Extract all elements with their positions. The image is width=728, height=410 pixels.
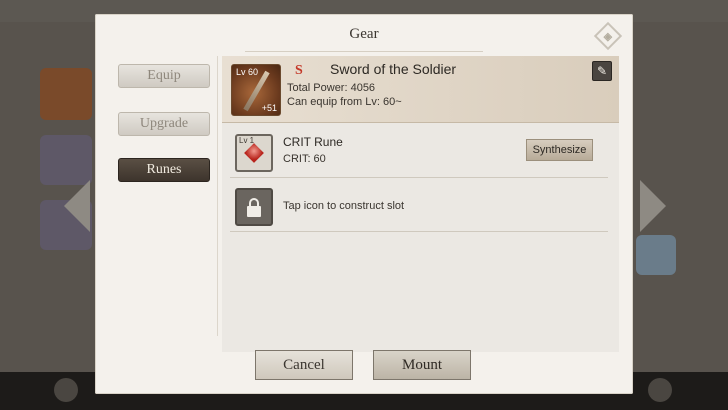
rune-icon[interactable]: Lv 1	[235, 134, 273, 172]
help-icon: ◈	[603, 30, 613, 43]
tab-equip[interactable]: Equip	[118, 64, 210, 88]
background-tile	[636, 235, 676, 275]
next-arrow-icon[interactable]	[640, 180, 666, 232]
item-equip-requirement: Can equip from Lv: 60~	[287, 96, 402, 108]
rune-stat: CRIT: 60	[283, 153, 326, 165]
item-total-power: Total Power: 4056	[287, 82, 376, 94]
dialog-title: Gear	[349, 26, 379, 42]
item-header: Lv 60 +51 S Sword of the Soldier Total P…	[222, 56, 619, 123]
tab-runes[interactable]: Runes	[118, 158, 210, 182]
item-name: Sword of the Soldier	[330, 61, 457, 77]
lock-body	[247, 206, 261, 217]
item-rank-badge: S	[295, 63, 303, 78]
background-tile	[40, 135, 92, 185]
item-level: Lv 60	[236, 67, 259, 77]
construct-slot-hint: Tap icon to construct slot	[283, 200, 405, 212]
bottom-nav-icon	[648, 378, 672, 402]
previous-arrow-icon[interactable]	[64, 180, 90, 232]
background-tile	[40, 68, 92, 120]
locked-rune-slot: Tap icon to construct slot	[230, 187, 608, 232]
red-gem-icon	[244, 143, 264, 163]
synthesize-button[interactable]: Synthesize	[526, 139, 593, 161]
gear-tabs: Equip Upgrade Runes	[110, 56, 218, 336]
title-divider	[245, 51, 483, 52]
item-enhance-level: +51	[261, 103, 277, 113]
bottom-nav-icon	[54, 378, 78, 402]
rune-name: CRIT Rune	[283, 135, 343, 149]
sword-edit-icon[interactable]: ✎	[592, 61, 612, 81]
cancel-button[interactable]: Cancel	[255, 350, 353, 380]
tab-upgrade[interactable]: Upgrade	[118, 112, 210, 136]
mount-button[interactable]: Mount	[373, 350, 471, 380]
lock-icon[interactable]	[235, 188, 273, 226]
sword-item-icon[interactable]: Lv 60 +51	[231, 64, 281, 116]
rune-slot: Lv 1 CRIT Rune CRIT: 60 Synthesize	[230, 133, 608, 178]
gear-dialog: Gear ◈ Equip Upgrade Runes Lv 60 +51 S S…	[95, 14, 633, 394]
runes-panel: Lv 60 +51 S Sword of the Soldier Total P…	[222, 56, 619, 352]
